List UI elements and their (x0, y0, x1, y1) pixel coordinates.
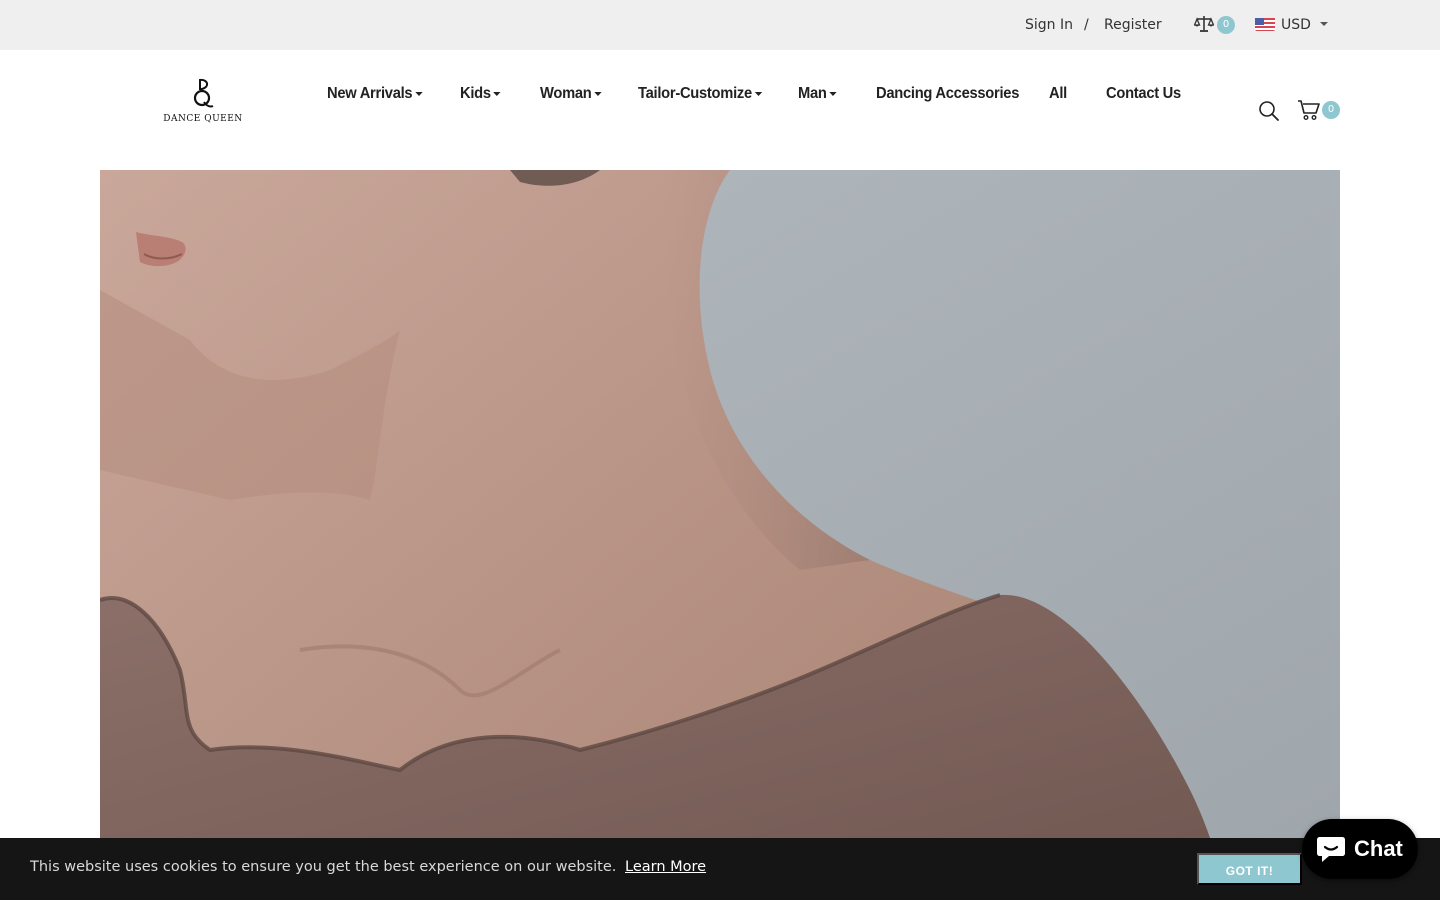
nav-label: New Arrivals (327, 85, 413, 102)
nav-all[interactable]: All (1049, 85, 1067, 103)
chevron-down-icon (493, 91, 501, 96)
learn-more-link[interactable]: Learn More (625, 859, 706, 875)
nav-woman[interactable]: Woman (540, 85, 602, 103)
cookie-consent-bar: This website uses cookies to ensure you … (0, 838, 1440, 900)
nav-tailor-customize[interactable]: Tailor-Customize (638, 85, 763, 103)
hero-banner-image[interactable] (100, 170, 1340, 900)
chat-button[interactable]: Chat (1302, 819, 1418, 879)
nav-new-arrivals[interactable]: New Arrivals (327, 85, 423, 103)
logo-monogram-icon (193, 78, 214, 108)
register-link[interactable]: Register (1104, 15, 1162, 35)
chevron-down-icon (829, 91, 837, 96)
chevron-down-icon (1320, 22, 1328, 26)
cookie-message-text: This website uses cookies to ensure you … (30, 859, 617, 875)
nav-man[interactable]: Man (798, 85, 837, 103)
nav-contact-us[interactable]: Contact Us (1106, 85, 1181, 103)
accept-cookies-button[interactable]: GOT IT! (1197, 853, 1302, 885)
main-header: DANCE QUEEN New Arrivals Kids Woman Tail… (0, 50, 1440, 170)
site-logo[interactable]: DANCE QUEEN (160, 78, 246, 130)
auth-separator: / (1084, 17, 1089, 33)
us-flag-icon[interactable] (1255, 17, 1275, 31)
nav-kids[interactable]: Kids (460, 85, 501, 103)
cart-count-badge: 0 (1322, 101, 1340, 119)
chat-bubble-icon (1317, 837, 1345, 862)
sign-in-link[interactable]: Sign In (1025, 15, 1073, 35)
nav-label: Kids (460, 85, 491, 102)
top-utility-bar: Sign In / Register 0 USD (0, 0, 1440, 50)
nav-label: Woman (540, 85, 592, 102)
chevron-down-icon (415, 91, 423, 96)
chevron-down-icon (754, 91, 763, 96)
scale-icon (1193, 16, 1215, 32)
compare-count-badge: 0 (1217, 16, 1235, 34)
chevron-down-icon (594, 91, 602, 96)
nav-label: Tailor-Customize (638, 85, 752, 102)
search-icon[interactable] (1258, 100, 1280, 122)
cookie-message: This website uses cookies to ensure you … (30, 859, 706, 875)
cart-icon[interactable] (1297, 99, 1321, 121)
compare-button[interactable] (1193, 15, 1215, 39)
nav-dancing-accessories[interactable]: Dancing Accessories (876, 85, 1019, 103)
nav-label: Man (798, 85, 827, 102)
currency-selector[interactable]: USD (1281, 15, 1311, 35)
chat-label: Chat (1354, 836, 1403, 861)
logo-wordmark: DANCE QUEEN (163, 114, 243, 124)
